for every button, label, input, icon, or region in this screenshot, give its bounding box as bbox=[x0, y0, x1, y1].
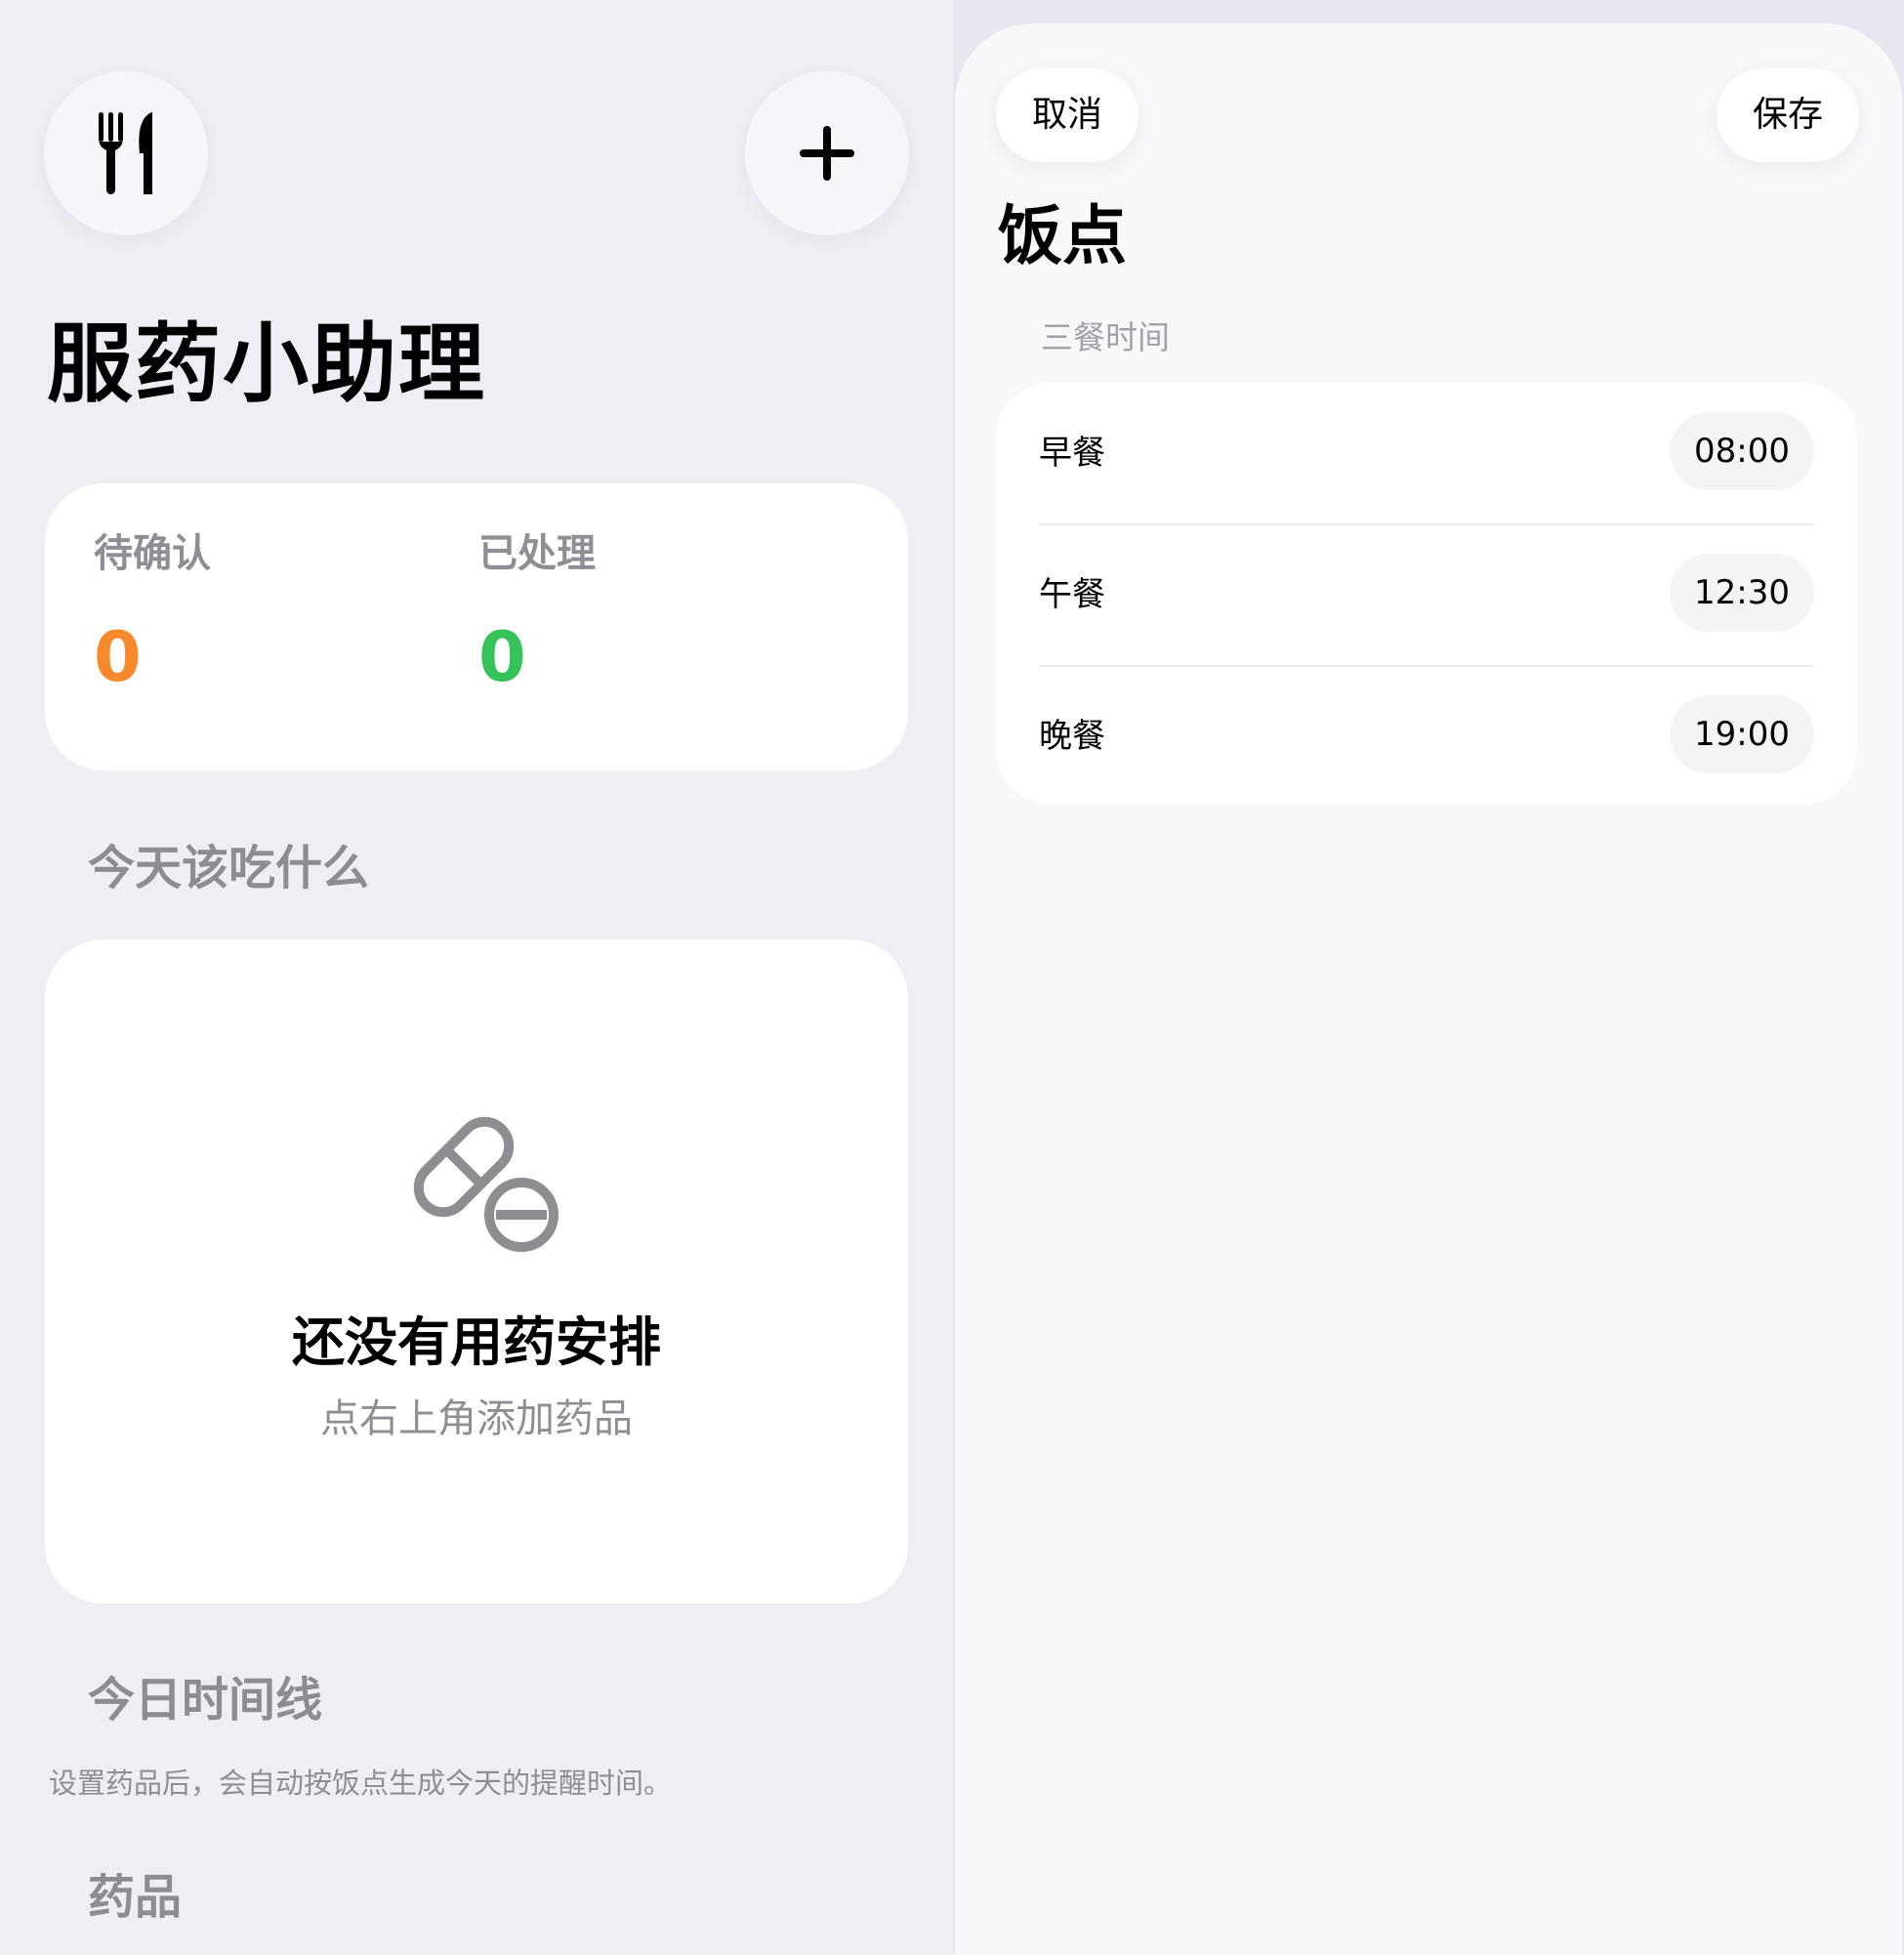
handled-stat: 已处理 0 bbox=[478, 528, 596, 696]
page-title: 服药小助理 bbox=[47, 313, 487, 414]
meal-row-dinner[interactable]: 晚餐 19:00 bbox=[996, 666, 1857, 807]
meal-time-picker[interactable]: 08:00 bbox=[1670, 412, 1814, 490]
meal-row-breakfast[interactable]: 早餐 08:00 bbox=[996, 383, 1857, 523]
fork-knife-icon bbox=[99, 112, 152, 194]
meal-times-sheet: 取消 保存 饭点 三餐时间 早餐 08:00 午餐 12:30 晚餐 19:00 bbox=[955, 23, 1902, 1955]
handled-label: 已处理 bbox=[478, 531, 596, 576]
empty-state-card bbox=[45, 939, 908, 1603]
main-screen: 服药小助理 待确认 0 已处理 0 今天该吃什么 还没有用药安排 点右上角添加药… bbox=[0, 0, 953, 1955]
meal-times-list: 早餐 08:00 午餐 12:30 晚餐 19:00 bbox=[996, 383, 1857, 805]
empty-state-subtitle: 点右上角添加药品 bbox=[320, 1396, 633, 1441]
sheet-title: 饭点 bbox=[998, 198, 1127, 273]
meal-times-section-label: 三餐时间 bbox=[1041, 318, 1170, 356]
today-section-title: 今天该吃什么 bbox=[88, 841, 370, 895]
empty-state-title: 还没有用药安排 bbox=[292, 1311, 661, 1373]
meal-name: 午餐 bbox=[1039, 575, 1105, 614]
add-medicine-button[interactable] bbox=[745, 71, 909, 235]
meal-name: 晚餐 bbox=[1039, 717, 1105, 756]
meal-row-lunch[interactable]: 午餐 12:30 bbox=[996, 524, 1857, 665]
stats-card: 待确认 0 已处理 0 bbox=[45, 483, 908, 770]
handled-count: 0 bbox=[478, 617, 526, 697]
timeline-note: 设置药品后，会自动按饭点生成今天的提醒时间。 bbox=[49, 1767, 673, 1800]
pending-count: 0 bbox=[94, 617, 142, 697]
timeline-section-title: 今日时间线 bbox=[88, 1673, 323, 1727]
pending-label: 待确认 bbox=[94, 531, 211, 576]
meal-time-picker[interactable]: 12:30 bbox=[1670, 554, 1814, 632]
plus-icon bbox=[800, 126, 854, 181]
meal-time-picker[interactable]: 19:00 bbox=[1670, 695, 1814, 773]
pending-stat: 待确认 0 bbox=[94, 528, 211, 696]
cancel-button[interactable]: 取消 bbox=[996, 68, 1138, 162]
meal-name: 早餐 bbox=[1039, 434, 1105, 473]
medicines-section-title: 药品 bbox=[88, 1870, 183, 1925]
meal-times-button[interactable] bbox=[44, 71, 208, 235]
pills-icon bbox=[413, 1116, 559, 1252]
save-button[interactable]: 保存 bbox=[1717, 68, 1859, 162]
